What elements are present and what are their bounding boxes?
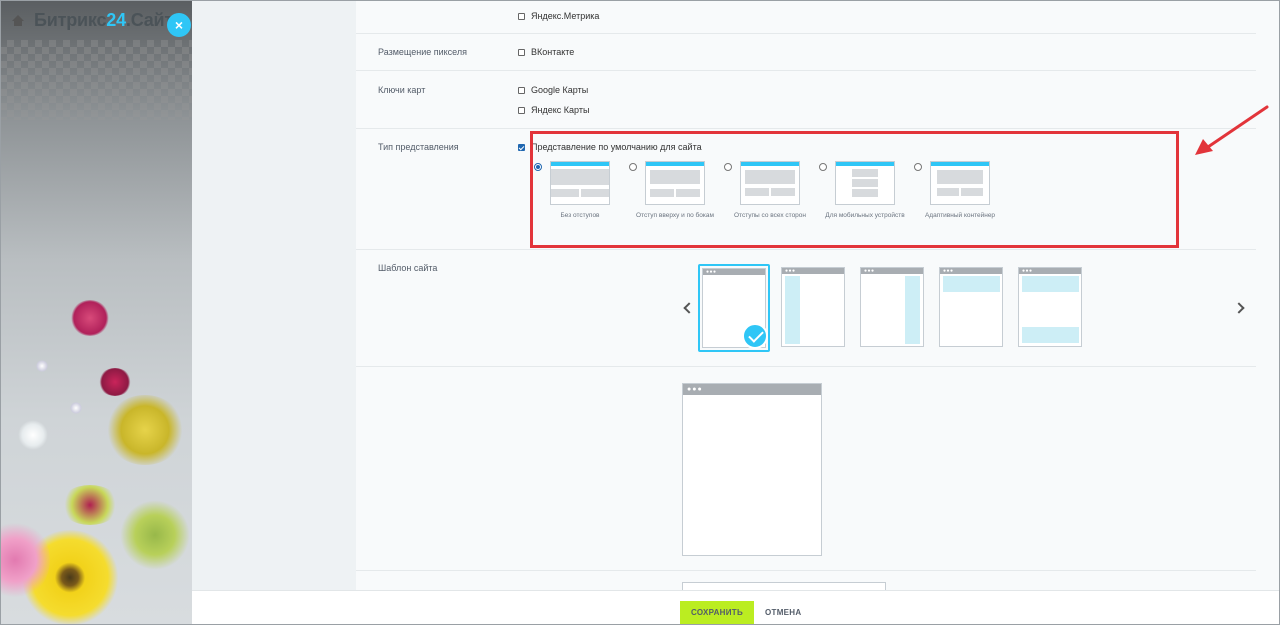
flower-decoration <box>36 360 48 372</box>
flower-decoration <box>18 420 48 450</box>
annotation-arrow <box>1195 105 1269 155</box>
cancel-button[interactable]: ОТМЕНА <box>765 601 801 625</box>
save-button[interactable]: СОХРАНИТЬ <box>680 601 754 625</box>
flower-decoration <box>105 395 185 465</box>
maps-label: Ключи карт <box>378 85 426 95</box>
view-type-default-checkbox[interactable] <box>518 144 525 151</box>
close-slider-button[interactable]: × <box>167 13 191 37</box>
flower-decoration <box>60 485 120 525</box>
vk-option[interactable]: ВКонтакте <box>518 47 574 57</box>
google-maps-option[interactable]: Google Карты <box>518 85 588 95</box>
flower-decoration <box>120 500 190 570</box>
template-right-sidebar[interactable]: ●●● <box>860 267 924 347</box>
template-header[interactable]: ●●● <box>939 267 1003 347</box>
pixel-row: Размещение пикселя ВКонтакте <box>356 34 1256 71</box>
background-panel: Битрикс24.Сайты <box>0 0 192 625</box>
metrica-checkbox[interactable] <box>518 13 525 20</box>
metrica-row: Яндекс.Метрика <box>356 0 1256 34</box>
check-icon <box>742 323 768 349</box>
template-preview: ●●● <box>682 383 822 556</box>
template-header-footer[interactable]: ●●● <box>1018 267 1082 347</box>
google-maps-checkbox[interactable] <box>518 87 525 94</box>
flower-decoration <box>70 402 82 414</box>
view-type-label: Тип представления <box>378 142 459 152</box>
checker-pattern <box>0 40 192 120</box>
home-icon[interactable] <box>12 14 24 27</box>
pixel-label: Размещение пикселя <box>378 47 468 57</box>
brand-title: Битрикс24.Сайты <box>34 10 189 30</box>
highlight-box <box>530 131 1179 248</box>
footer-bar: СОХРАНИТЬ ОТМЕНА <box>192 590 1280 625</box>
template-left-sidebar[interactable]: ●●● <box>781 267 845 347</box>
template-label: Шаблон сайта <box>378 263 438 273</box>
maps-row: Ключи карт Google Карты Яндекс Карты <box>356 71 1256 129</box>
yandex-maps-option[interactable]: Яндекс Карты <box>518 105 589 115</box>
metrica-option[interactable]: Яндекс.Метрика <box>518 11 599 21</box>
settings-content: Яндекс.Метрика Размещение пикселя ВКонта… <box>356 0 1280 592</box>
vk-checkbox[interactable] <box>518 49 525 56</box>
settings-slider: Яндекс.Метрика Размещение пикселя ВКонта… <box>192 0 1280 592</box>
yandex-maps-checkbox[interactable] <box>518 107 525 114</box>
flower-decoration <box>70 300 110 336</box>
brand-header[interactable]: Битрикс24.Сайты <box>12 10 188 31</box>
flower-decoration <box>98 368 132 396</box>
